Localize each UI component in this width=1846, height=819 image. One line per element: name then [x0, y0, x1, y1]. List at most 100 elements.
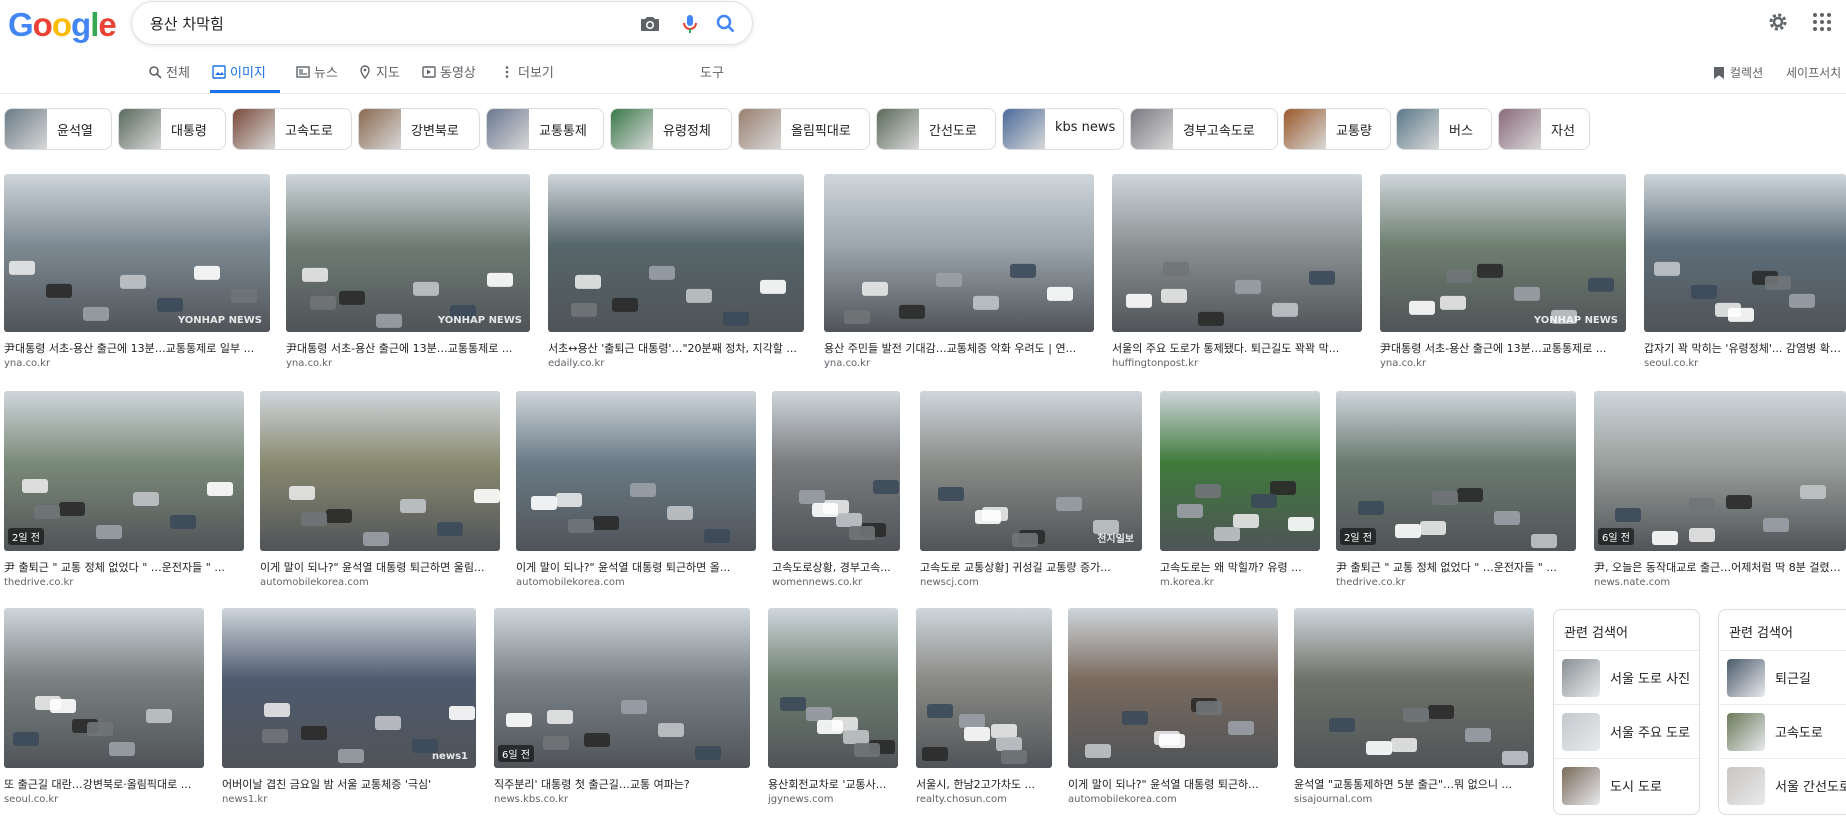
related-search-item[interactable]: 서울 도로 사진 — [1554, 650, 1699, 703]
tab-pin[interactable]: 지도 — [358, 62, 400, 81]
image-result[interactable]: news1 어버이날 겹친 금요일 밤 서울 교통체증 '극심' news1.kr — [222, 608, 476, 808]
result-caption[interactable]: 직주분리' 대통령 첫 출근길…교통 여파는? — [494, 776, 750, 792]
result-image[interactable] — [1644, 174, 1846, 332]
chip[interactable]: 교통량 — [1283, 108, 1391, 150]
result-image[interactable] — [768, 608, 898, 768]
result-image[interactable]: 천지일보 — [920, 391, 1142, 551]
related-search-item[interactable]: 고속도로 — [1719, 704, 1846, 757]
result-image[interactable]: 6일 전 — [1594, 391, 1846, 551]
collections-link[interactable]: 컬렉션 — [1714, 64, 1763, 81]
search-input[interactable] — [148, 10, 622, 36]
tools-button[interactable]: 도구 — [700, 62, 724, 81]
image-result[interactable]: 2일 전 尹 출퇴근 " 교통 정체 없었다 " …운전자들 " ... thedr… — [1336, 391, 1576, 591]
result-image[interactable] — [1160, 391, 1320, 551]
chip[interactable]: 자선 — [1498, 108, 1590, 150]
related-search-item[interactable]: 서울 주요 도로 — [1554, 704, 1699, 757]
image-result[interactable]: 천지일보 고속도로 교통상황] 귀성길 교통량 증가... newscj.com — [920, 391, 1142, 591]
result-image[interactable]: YONHAP NEWS — [286, 174, 530, 332]
chip[interactable]: 교통통제 — [486, 108, 604, 150]
result-caption[interactable]: 尹 출퇴근 " 교통 정체 없었다 " …운전자들 " ... — [4, 559, 244, 575]
image-result[interactable]: 또 출근길 대란…강변북로·올림픽대로 ... seoul.co.kr — [4, 608, 204, 808]
result-image[interactable]: 2일 전 — [1336, 391, 1576, 551]
result-image[interactable]: news1 — [222, 608, 476, 768]
microphone-icon[interactable] — [678, 12, 702, 36]
chip[interactable]: 강변북로 — [358, 108, 480, 150]
image-result[interactable]: YONHAP NEWS 尹대통령 서초-용산 출근에 13분…교통통제로 일부 .… — [4, 174, 270, 372]
image-result[interactable]: 2일 전 尹 출퇴근 " 교통 정체 없었다 " …운전자들 " ... thedr… — [4, 391, 244, 591]
result-caption[interactable]: 이게 말이 되나?" 윤석열 대통령 퇴근하면 울림... — [260, 559, 500, 575]
result-caption[interactable]: 서울시, 한남2고가차도 ... — [916, 776, 1052, 792]
result-image[interactable] — [1068, 608, 1278, 768]
safesearch-link[interactable]: 세이프서치 — [1786, 64, 1841, 81]
related-search-item[interactable]: 서울 간선도로 — [1719, 758, 1846, 811]
result-caption[interactable]: 용산회전교차로 '교통사... — [768, 776, 898, 792]
result-caption[interactable]: 고속도로상황, 경부고속... — [772, 559, 900, 575]
image-result[interactable]: 6일 전 직주분리' 대통령 첫 출근길…교통 여파는? news.kbs.co.k… — [494, 608, 750, 808]
image-result[interactable]: 이게 말이 되나?" 윤석열 대통령 퇴근하면 울림... automobilek… — [260, 391, 500, 591]
image-result[interactable]: 고속도로상황, 경부고속... womennews.co.kr — [772, 391, 900, 591]
tab-search[interactable]: 전체 — [148, 62, 190, 81]
image-result[interactable]: 6일 전 尹, 오늘은 동작대교로 출근…어제처럼 딱 8분 걸렸다... news… — [1594, 391, 1846, 591]
result-image[interactable] — [772, 391, 900, 551]
chip[interactable]: 간선도로 — [876, 108, 996, 150]
google-logo[interactable]: Google — [8, 6, 117, 44]
image-result[interactable]: 갑자기 꽉 막히는 '유령정체'... 감염병 확산... seoul.co.kr — [1644, 174, 1846, 372]
chip[interactable]: 올림픽대로 — [738, 108, 870, 150]
result-image[interactable]: YONHAP NEWS — [4, 174, 270, 332]
result-caption[interactable]: 서초↔용산 '출퇴근 대통령'…"20분째 정차, 지각할 ... — [548, 340, 804, 356]
apps-grid-icon[interactable] — [1810, 10, 1834, 34]
result-image[interactable] — [548, 174, 804, 332]
image-result[interactable]: 이게 말이 되나?" 윤석열 대통령 퇴근하면 올... automobileko… — [516, 391, 756, 591]
result-image[interactable] — [1294, 608, 1534, 768]
result-caption[interactable]: 이게 말이 되나?" 윤석열 대통령 퇴근하면 올... — [516, 559, 756, 575]
result-caption[interactable]: 尹대통령 서초-용산 출근에 13분…교통통제로 ... — [1380, 340, 1626, 356]
image-result[interactable]: 서초↔용산 '출퇴근 대통령'…"20분째 정차, 지각할 ... edaily.… — [548, 174, 804, 372]
tab-news[interactable]: 뉴스 — [296, 62, 338, 81]
result-image[interactable] — [824, 174, 1094, 332]
image-result[interactable]: 용산 주민들 발전 기대감…교통체증 악화 우려도 | 연... yna.co.k… — [824, 174, 1094, 372]
result-caption[interactable]: 갑자기 꽉 막히는 '유령정체'... 감염병 확산... — [1644, 340, 1846, 356]
tab-more[interactable]: 더보기 — [500, 62, 554, 81]
tab-image[interactable]: 이미지 — [212, 62, 266, 81]
image-result[interactable]: 용산회전교차로 '교통사... jgynews.com — [768, 608, 898, 808]
search-icon[interactable] — [714, 12, 738, 36]
result-caption[interactable]: 고속도로는 왜 막힐까? 유령 ... — [1160, 559, 1320, 575]
chip[interactable]: 버스 — [1396, 108, 1492, 150]
result-caption[interactable]: 尹 출퇴근 " 교통 정체 없었다 " …운전자들 " ... — [1336, 559, 1576, 575]
chip[interactable]: 경부고속도로 — [1130, 108, 1278, 150]
result-caption[interactable]: 용산 주민들 발전 기대감…교통체증 악화 우려도 | 연... — [824, 340, 1094, 356]
result-image[interactable] — [1112, 174, 1362, 332]
chip[interactable]: 유령정체 — [610, 108, 732, 150]
result-caption[interactable]: 尹, 오늘은 동작대교로 출근…어제처럼 딱 8분 걸렸다... — [1594, 559, 1846, 575]
tab-video[interactable]: 동영상 — [422, 62, 476, 81]
image-result[interactable]: 윤석열 "교통통제하면 5분 출근"…뭐 없으니 ... sisajournal.… — [1294, 608, 1534, 808]
chip[interactable]: 고속도로 — [232, 108, 352, 150]
result-image[interactable] — [916, 608, 1052, 768]
chip[interactable]: 대통령 — [118, 108, 226, 150]
result-image[interactable]: 6일 전 — [494, 608, 750, 768]
gear-icon[interactable] — [1766, 10, 1790, 34]
result-caption[interactable]: 尹대통령 서초-용산 출근에 13분…교통통제로 ... — [286, 340, 530, 356]
result-caption[interactable]: 尹대통령 서초-용산 출근에 13분…교통통제로 일부 ... — [4, 340, 270, 356]
result-image[interactable] — [260, 391, 500, 551]
result-caption[interactable]: 이게 말이 되나?" 윤석열 대통령 퇴근하... — [1068, 776, 1278, 792]
image-result[interactable]: 서울의 주요 도로가 통제됐다. 퇴근길도 꽉꽉 막... huffingtonp… — [1112, 174, 1362, 372]
related-search-item[interactable]: 퇴근길 — [1719, 650, 1846, 703]
result-caption[interactable]: 서울의 주요 도로가 통제됐다. 퇴근길도 꽉꽉 막... — [1112, 340, 1362, 356]
chip[interactable]: 윤석열 — [4, 108, 112, 150]
image-result[interactable]: YONHAP NEWS 尹대통령 서초-용산 출근에 13분…교통통제로 ... y… — [286, 174, 530, 372]
result-caption[interactable]: 어버이날 겹친 금요일 밤 서울 교통체증 '극심' — [222, 776, 476, 792]
result-image[interactable]: 2일 전 — [4, 391, 244, 551]
image-result[interactable]: YONHAP NEWS 尹대통령 서초-용산 출근에 13분…교통통제로 ... y… — [1380, 174, 1626, 372]
image-result[interactable]: 고속도로는 왜 막힐까? 유령 ... m.korea.kr — [1160, 391, 1320, 591]
camera-icon[interactable] — [638, 12, 662, 36]
image-result[interactable]: 이게 말이 되나?" 윤석열 대통령 퇴근하... automobilekorea… — [1068, 608, 1278, 808]
result-image[interactable] — [516, 391, 756, 551]
chip[interactable]: kbs news — [1002, 108, 1124, 150]
related-search-item[interactable]: 도시 도로 — [1554, 758, 1699, 811]
result-caption[interactable]: 또 출근길 대란…강변북로·올림픽대로 ... — [4, 776, 204, 792]
result-image[interactable]: YONHAP NEWS — [1380, 174, 1626, 332]
result-caption[interactable]: 윤석열 "교통통제하면 5분 출근"…뭐 없으니 ... — [1294, 776, 1534, 792]
result-image[interactable] — [4, 608, 204, 768]
image-result[interactable]: 서울시, 한남2고가차도 ... realty.chosun.com — [916, 608, 1052, 808]
